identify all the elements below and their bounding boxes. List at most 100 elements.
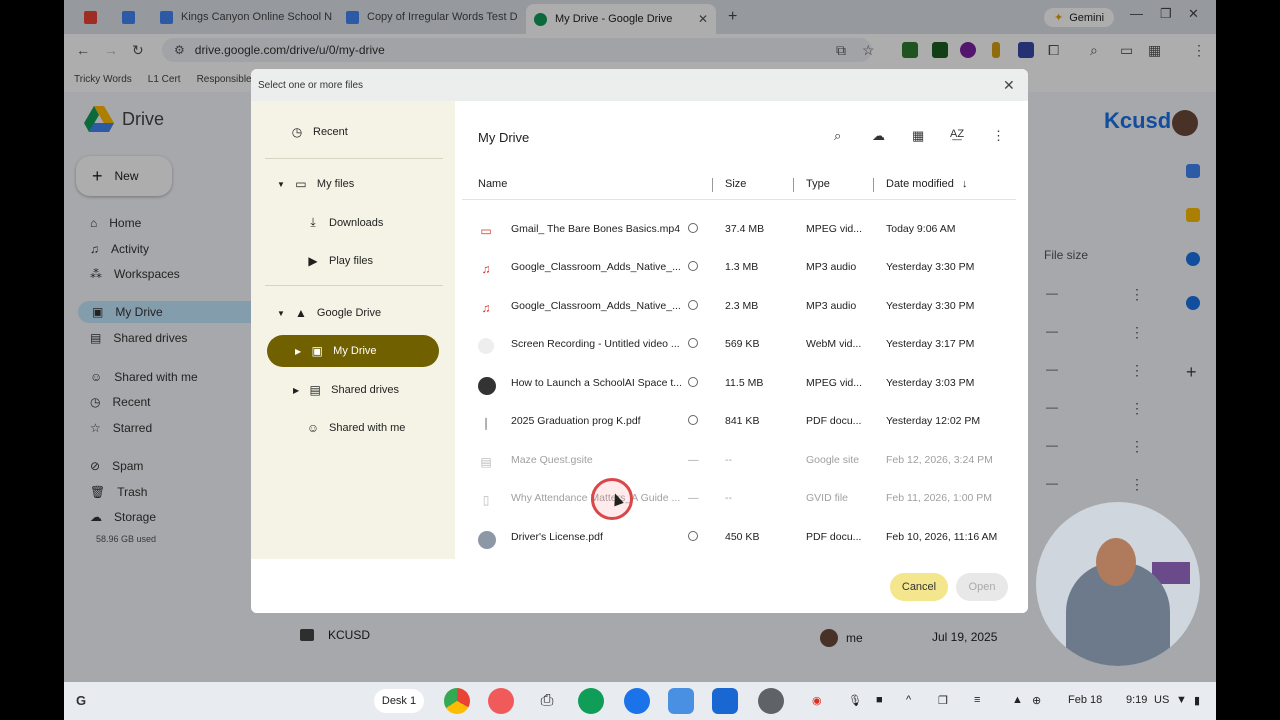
play-store-icon: ▶ [308, 254, 318, 268]
nav-label: Google Drive [316, 307, 382, 319]
shelf-time[interactable]: 9:19 [1126, 694, 1147, 706]
file-date: Feb 12, 2026, 3:24 PM [886, 454, 993, 466]
file-row[interactable]: How to Launch a SchoolAI Space t... 11.5… [462, 365, 1016, 403]
file-name: Maze Quest.gsite [511, 454, 593, 466]
file-date: Today 9:06 AM [886, 223, 956, 235]
mic-icon[interactable]: 🎙 [848, 694, 862, 707]
picker-file-list: My Drive ⌕ ☁ ▦ A͟Z ⋮ Name Size Type Date… [462, 114, 1016, 559]
file-name: Gmail_ The Bare Bones Basics.mp4 [511, 223, 681, 235]
video-camera-icon[interactable]: ■ [876, 694, 883, 706]
col-size[interactable]: Size [725, 178, 746, 190]
file-size: 569 KB [725, 338, 760, 350]
sort-az-icon[interactable]: A͟Z [950, 128, 964, 140]
wifi-icon[interactable]: ▼ [1176, 694, 1187, 706]
file-type: GVID file [806, 492, 849, 504]
close-icon[interactable]: ✕ [1003, 77, 1015, 94]
nav-label: Play files [329, 255, 374, 267]
camera-icon[interactable] [624, 688, 650, 714]
file-row[interactable]: ♫ Google_Classroom_Adds_Native_... 2.3 M… [462, 288, 1016, 326]
file-picker-dialog: Select one or more files ✕ ◷ Recent ▼ ▭ … [251, 69, 1028, 613]
video-thumb-icon [478, 377, 496, 395]
chevron-up-icon[interactable]: ^ [906, 694, 911, 706]
column-headers: Name Size Type Date modified ↓ [462, 178, 1016, 200]
file-type: PDF docu... [806, 531, 862, 543]
record-icon[interactable]: ◉ [812, 694, 822, 707]
shelf-date[interactable]: Feb 18 [1068, 694, 1102, 706]
nav-my-files[interactable]: ▼ ▭ My files [277, 177, 354, 191]
pdf-icon: ❘ [480, 416, 492, 430]
nav-downloads[interactable]: ⤓ Downloads [305, 215, 383, 230]
clipboard-icon[interactable]: ❐ [938, 694, 948, 707]
file-name: How to Launch a SchoolAI Space t... [511, 377, 681, 389]
laptop-icon: ▭ [295, 177, 307, 191]
app-icon[interactable] [712, 688, 738, 714]
file-size: 1.3 MB [725, 261, 759, 273]
nav-my-drive[interactable]: ▶ ▣ My Drive [267, 335, 439, 367]
offline-check-icon [688, 377, 698, 387]
nav-label: My Drive [333, 345, 377, 357]
nav-shared-with-me[interactable]: ☺ Shared with me [305, 421, 406, 435]
file-type: MPEG vid... [806, 377, 863, 389]
file-size: 841 KB [725, 415, 760, 427]
search-icon[interactable]: ⌕ [834, 128, 841, 144]
offline-unavailable: — [688, 454, 699, 466]
presenter-head [1096, 538, 1136, 586]
file-type: WebM vid... [806, 338, 862, 350]
file-date: Feb 10, 2026, 11:16 AM [886, 531, 998, 543]
file-type: Google site [806, 454, 860, 466]
offline-check-icon [688, 338, 698, 348]
nav-label: Shared with me [329, 422, 406, 434]
settings-icon[interactable] [758, 688, 784, 714]
file-row[interactable]: ❘ 2025 Graduation prog K.pdf 841 KB PDF … [462, 403, 1016, 441]
my-drive-icon: ▣ [311, 344, 323, 358]
col-date[interactable]: Date modified [886, 178, 954, 190]
cancel-button[interactable]: Cancel [890, 573, 948, 601]
picker-sidebar: ◷ Recent ▼ ▭ My files ⤓ Downloads ▶ Play… [251, 101, 455, 559]
offline-unavailable: — [688, 492, 699, 504]
nav-recent[interactable]: ◷ Recent [289, 125, 348, 139]
file-row[interactable]: Screen Recording - Untitled video ... 56… [462, 326, 1016, 364]
more-icon[interactable]: ⋮ [992, 128, 1005, 144]
cloud-icon[interactable]: ☁ [872, 128, 885, 144]
classroom-icon[interactable] [578, 688, 604, 714]
launcher-icon[interactable]: G [76, 693, 86, 708]
file-date: Yesterday 3:30 PM [886, 261, 975, 273]
offline-check-icon [688, 261, 698, 271]
shelf-locale[interactable]: US [1154, 694, 1169, 706]
drive-icon: ▲ [294, 306, 307, 320]
file-row[interactable]: ▭ Gmail_ The Bare Bones Basics.mp4 37.4 … [462, 211, 1016, 249]
open-button[interactable]: Open [956, 573, 1008, 601]
nav-play-files[interactable]: ▶ Play files [305, 254, 373, 268]
file-row[interactable]: ♫ Google_Classroom_Adds_Native_... 1.3 M… [462, 249, 1016, 287]
nav-shared-drives[interactable]: ▶ ▤ Shared drives [293, 383, 399, 397]
file-size: 11.5 MB [725, 377, 764, 389]
file-name: Google_Classroom_Adds_Native_... [511, 300, 681, 312]
sort-down-icon[interactable]: ↓ [962, 178, 968, 190]
column-divider [873, 178, 874, 192]
expand-arrow-icon: ▶ [293, 385, 300, 395]
col-name[interactable]: Name [478, 178, 507, 190]
expand-arrow-icon: ▼ [277, 179, 285, 189]
expand-arrow-icon: ▶ [295, 346, 302, 356]
pdf-thumb-icon [478, 531, 496, 549]
file-type: MP3 audio [806, 300, 857, 312]
paint-app-icon[interactable] [488, 688, 514, 714]
add-circle-icon[interactable]: ⊕ [1032, 694, 1041, 707]
divider [265, 285, 443, 286]
files-icon[interactable] [668, 688, 694, 714]
desk-button[interactable]: Desk 1 [374, 689, 424, 713]
grid-view-icon[interactable]: ▦ [912, 128, 924, 144]
col-type[interactable]: Type [806, 178, 830, 190]
audio-icon: ♫ [481, 262, 491, 276]
file-date: Yesterday 12:02 PM [886, 415, 981, 427]
clock-icon: ◷ [291, 125, 303, 139]
column-divider [712, 178, 713, 192]
file-icon: ▯ [482, 493, 490, 507]
tote-icon[interactable]: ≡ [974, 694, 980, 706]
chrome-icon[interactable] [444, 688, 470, 714]
warning-icon[interactable]: ▲ [1012, 694, 1023, 706]
battery-icon[interactable]: ▮ [1194, 694, 1200, 707]
printer-icon[interactable]: ⎙ [534, 688, 560, 714]
nav-google-drive[interactable]: ▼ ▲ Google Drive [277, 306, 381, 320]
file-row[interactable]: Driver's License.pdf 450 KB PDF docu... … [462, 519, 1016, 557]
